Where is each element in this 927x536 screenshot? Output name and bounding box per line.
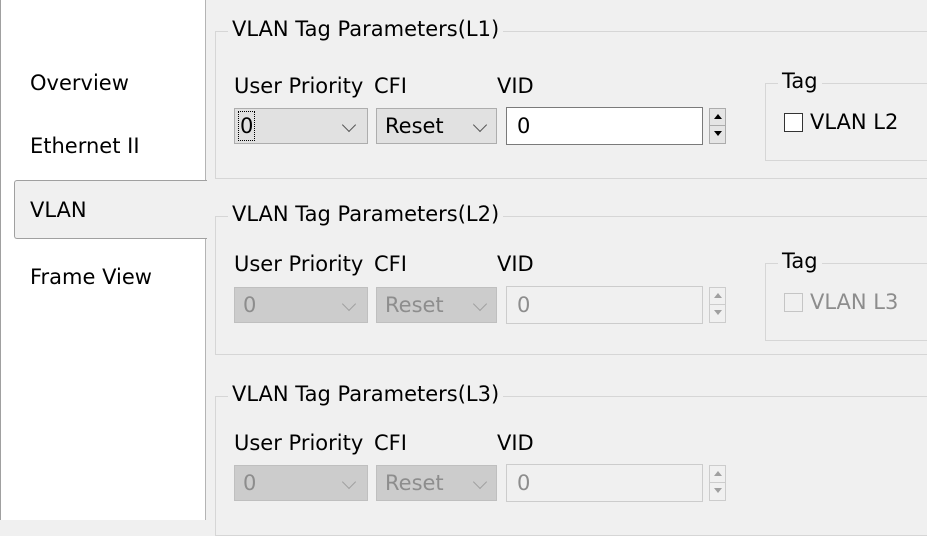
vid-spinner[interactable] <box>709 465 726 501</box>
tab-strip-border <box>205 0 206 520</box>
cfi-value: Reset <box>385 114 444 138</box>
tab-overview-label: Overview <box>30 71 129 95</box>
cfi-select[interactable]: Reset <box>376 465 497 501</box>
vid-value: 0 <box>517 293 531 317</box>
spinner-divider <box>710 304 725 305</box>
user-priority-select[interactable]: 0 <box>234 287 368 323</box>
tab-overview[interactable]: Overview <box>30 68 129 98</box>
cfi-label: CFI <box>374 252 407 276</box>
vlan-l3-group: VLAN Tag Parameters(L3) User Priority CF… <box>215 379 927 536</box>
tab-vlan[interactable]: VLAN <box>14 180 207 239</box>
cfi-value: Reset <box>385 471 444 495</box>
cfi-label: CFI <box>374 74 407 98</box>
vid-input[interactable]: 0 <box>506 107 703 145</box>
vlan-l3-checkbox-label[interactable]: VLAN L3 <box>810 287 898 317</box>
chevron-down-icon <box>472 117 488 133</box>
tab-frame-view-label: Frame View <box>30 265 152 289</box>
chevron-down-icon <box>472 474 488 490</box>
user-priority-label: User Priority <box>234 252 364 276</box>
spin-down-icon[interactable] <box>714 131 722 136</box>
tag-group-l1: Tag VLAN L2 <box>765 66 927 161</box>
tag-group-title: Tag <box>778 246 822 276</box>
cfi-select[interactable]: Reset <box>376 108 497 144</box>
vlan-l2-checkbox-label[interactable]: VLAN L2 <box>810 107 898 137</box>
chevron-down-icon <box>341 296 357 312</box>
spin-up-icon[interactable] <box>714 471 722 476</box>
tab-ethernet-ii[interactable]: Ethernet II <box>30 131 140 161</box>
vid-spinner[interactable] <box>709 108 726 144</box>
spin-up-icon[interactable] <box>714 114 722 119</box>
vid-input[interactable]: 0 <box>506 464 703 502</box>
tab-frame-view[interactable]: Frame View <box>30 262 152 292</box>
spin-up-icon[interactable] <box>714 293 722 298</box>
vlan-l2-group-title: VLAN Tag Parameters(L2) <box>228 199 504 229</box>
chevron-down-icon <box>341 474 357 490</box>
spin-down-icon[interactable] <box>714 310 722 315</box>
spin-down-icon[interactable] <box>714 488 722 493</box>
vid-value: 0 <box>517 114 531 138</box>
vid-label: VID <box>497 431 534 455</box>
user-priority-label: User Priority <box>234 74 364 98</box>
cfi-select[interactable]: Reset <box>376 287 497 323</box>
tab-vlan-label: VLAN <box>30 198 87 222</box>
tag-group-l2: Tag VLAN L3 <box>765 246 927 341</box>
tab-strip: Overview Ethernet II Frame View <box>0 0 205 520</box>
user-priority-value: 0 <box>237 111 256 141</box>
vid-label: VID <box>497 252 534 276</box>
vid-label: VID <box>497 74 534 98</box>
spinner-divider <box>710 125 725 126</box>
user-priority-label: User Priority <box>234 431 364 455</box>
user-priority-value: 0 <box>243 471 257 495</box>
user-priority-select[interactable]: 0 <box>234 108 368 144</box>
vlan-l3-checkbox[interactable] <box>784 293 803 312</box>
user-priority-select[interactable]: 0 <box>234 465 368 501</box>
vlan-l1-group: VLAN Tag Parameters(L1) User Priority CF… <box>215 14 927 179</box>
chevron-down-icon <box>341 117 357 133</box>
vlan-l1-group-title: VLAN Tag Parameters(L1) <box>228 14 504 44</box>
vlan-l3-group-title: VLAN Tag Parameters(L3) <box>228 379 504 409</box>
chevron-down-icon <box>472 296 488 312</box>
vlan-l2-group: VLAN Tag Parameters(L2) User Priority CF… <box>215 199 927 355</box>
user-priority-value: 0 <box>243 293 257 317</box>
tag-group-title: Tag <box>778 66 822 96</box>
vlan-l2-checkbox[interactable] <box>784 113 803 132</box>
spinner-divider <box>710 482 725 483</box>
vid-input[interactable]: 0 <box>506 286 703 324</box>
cfi-label: CFI <box>374 431 407 455</box>
tab-ethernet-ii-label: Ethernet II <box>30 134 140 158</box>
vid-spinner[interactable] <box>709 287 726 323</box>
cfi-value: Reset <box>385 293 444 317</box>
vid-value: 0 <box>517 471 531 495</box>
